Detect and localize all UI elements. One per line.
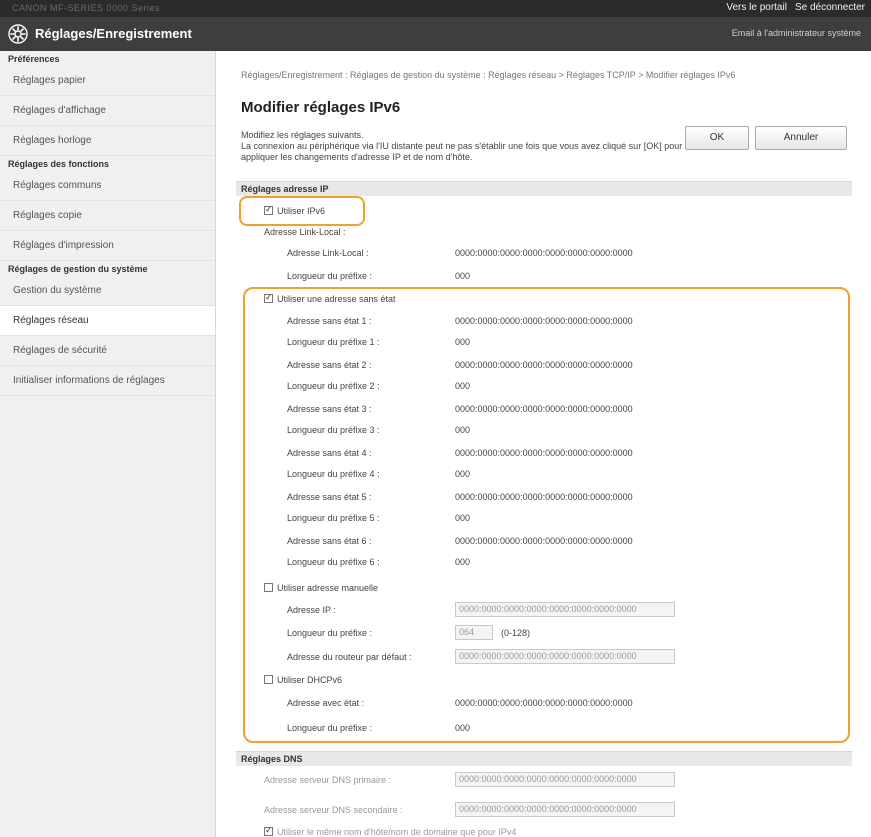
highlight-address-settings — [243, 287, 850, 743]
description-line-2: La connexion au périphérique via l'IU di… — [241, 141, 683, 162]
link-local-prefix-value: 000 — [455, 271, 471, 281]
dns-settings-header: Réglages DNS — [236, 751, 852, 766]
logout-link[interactable]: Se déconnecter — [795, 2, 865, 13]
dns-secondary-input[interactable]: 0000:0000:0000:0000:0000:0000:0000:0000 — [455, 802, 675, 817]
sidebar-item-paper[interactable]: Réglages papier — [0, 66, 215, 96]
sidebar-item-init[interactable]: Initialiser informations de réglages — [0, 366, 215, 396]
dns-secondary-label: Adresse serveur DNS secondaire : — [264, 805, 403, 815]
sidebar: Préférences Réglages papier Réglages d'a… — [0, 51, 216, 837]
sidebar-item-system-mgmt[interactable]: Gestion du système — [0, 276, 215, 306]
sidebar-item-common[interactable]: Réglages communs — [0, 171, 215, 201]
dns-same-host-row[interactable]: Utiliser le même nom d'hôte/nom de domai… — [264, 825, 517, 837]
top-bar: CANON MF-SERIES 0000 Series Vers le port… — [0, 0, 871, 17]
dns-primary-input[interactable]: 0000:0000:0000:0000:0000:0000:0000:0000 — [455, 772, 675, 787]
page-title: Modifier réglages IPv6 — [241, 99, 401, 116]
sidebar-section-preferences: Préférences — [8, 54, 60, 64]
app-header: Réglages/Enregistrement Email à l'admini… — [0, 17, 871, 51]
sidebar-section-functions: Réglages des fonctions — [8, 159, 110, 169]
highlight-use-ipv6 — [239, 196, 365, 226]
description-line-1: Modifiez les réglages suivants. — [241, 130, 364, 140]
ip-settings-header: Réglages adresse IP — [236, 181, 852, 196]
sidebar-item-security[interactable]: Réglages de sécurité — [0, 336, 215, 366]
portal-link[interactable]: Vers le portail — [726, 2, 787, 13]
app-title: Réglages/Enregistrement — [35, 26, 192, 41]
sidebar-item-clock[interactable]: Réglages horloge — [0, 126, 215, 156]
dns-primary-label: Adresse serveur DNS primaire : — [264, 775, 392, 785]
sidebar-item-copy[interactable]: Réglages copie — [0, 201, 215, 231]
page-description: Modifiez les réglages suivants. La conne… — [241, 130, 701, 163]
link-local-title: Adresse Link-Local : — [264, 227, 346, 237]
link-local-prefix-label: Longueur du préfixe : — [287, 271, 373, 281]
top-links: Vers le portail Se déconnecter — [726, 2, 865, 13]
sidebar-item-print[interactable]: Réglages d'impression — [0, 231, 215, 261]
link-local-value: 0000:0000:0000:0000:0000:0000:0000:0000 — [455, 248, 633, 258]
cancel-button[interactable]: Annuler — [755, 126, 847, 150]
breadcrumb: Réglages/Enregistrement : Réglages de ge… — [241, 70, 736, 80]
admin-mail-link[interactable]: Email à l'administrateur système — [732, 28, 861, 38]
sidebar-section-system: Réglages de gestion du système — [8, 264, 148, 274]
sidebar-item-network[interactable]: Réglages réseau — [0, 306, 215, 336]
dns-same-host-checkbox[interactable] — [264, 825, 273, 836]
link-local-label: Adresse Link-Local : — [287, 248, 369, 258]
device-name: CANON MF-SERIES 0000 Series — [12, 3, 161, 13]
sidebar-item-display[interactable]: Réglages d'affichage — [0, 96, 215, 126]
ok-button[interactable]: OK — [685, 126, 749, 150]
settings-gear-icon — [8, 24, 28, 44]
dns-same-host-label: Utiliser le même nom d'hôte/nom de domai… — [277, 827, 517, 837]
